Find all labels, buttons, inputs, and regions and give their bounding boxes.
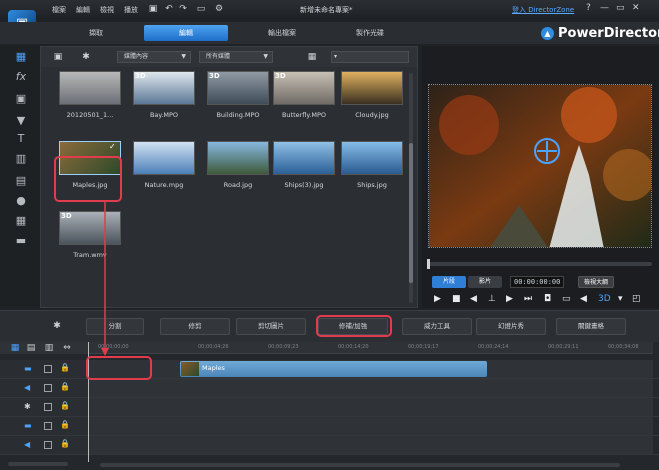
drag-arrow [101, 202, 109, 356]
powerdirector-window: ▣ 檔案 編輯 檢視 播放 ▣ ↶ ↷ ▭ ⚙ 新增未命名專案* 登入 Dire… [0, 0, 659, 470]
